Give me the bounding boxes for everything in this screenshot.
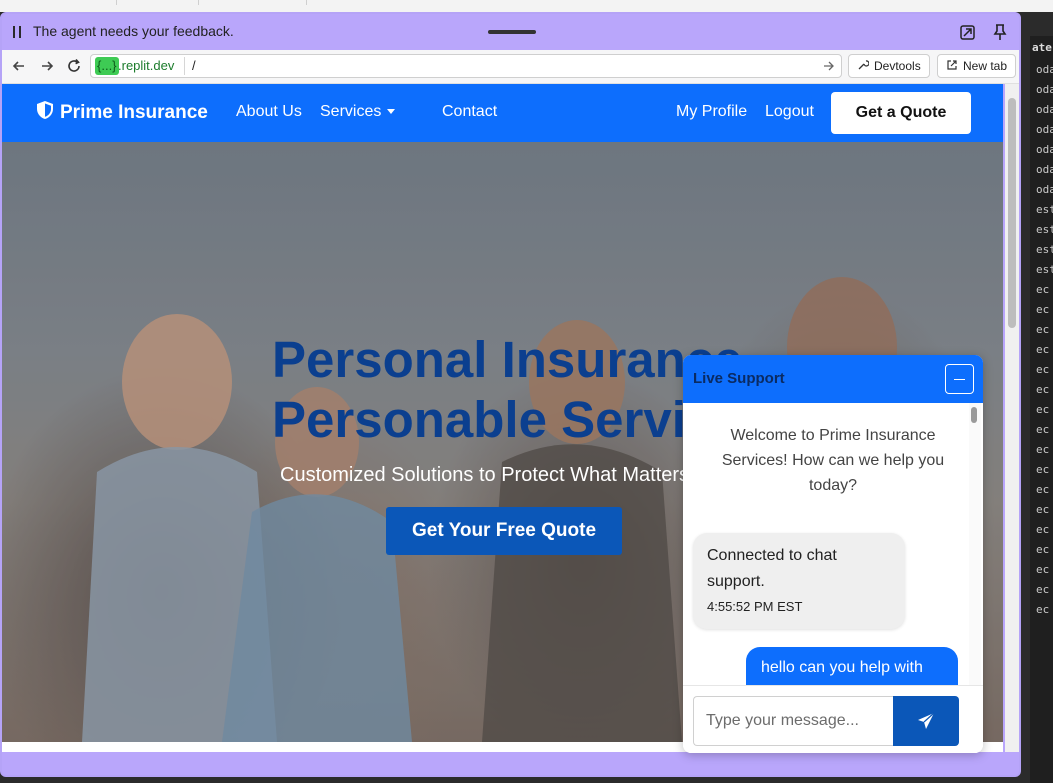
go-arrow-icon[interactable] (823, 59, 835, 73)
shield-icon (36, 100, 54, 126)
nav-services-label: Services (320, 103, 382, 120)
agent-message-time: 4:55:52 PM EST (707, 599, 803, 614)
wrench-icon (857, 59, 870, 74)
minimize-button[interactable] (945, 364, 974, 394)
side-log-line: ec (1036, 443, 1050, 456)
nav-services[interactable]: Services (320, 103, 396, 121)
side-log-line: ec (1036, 283, 1050, 296)
popout-icon[interactable] (959, 23, 977, 41)
brand-logo[interactable]: Prime Insurance (36, 100, 208, 126)
outer-tab-strip (0, 0, 1053, 12)
browser-url-row: {...} .replit.dev / Devtools New tab (2, 50, 1019, 84)
nav-logout[interactable]: Logout (765, 103, 814, 121)
outer-tab[interactable] (117, 0, 199, 5)
side-log-line: oda (1036, 183, 1053, 196)
brand-name: Prime Insurance (60, 102, 208, 123)
user-message: hello can you help with (746, 647, 958, 685)
side-log-line: ec (1036, 523, 1050, 536)
page-scroll-thumb[interactable] (1008, 98, 1016, 328)
side-log-line: ec (1036, 323, 1050, 336)
page-scrollbar[interactable] (1005, 84, 1019, 752)
send-button[interactable] (893, 696, 959, 746)
devtools-label: Devtools (874, 59, 921, 73)
chat-scrollbar[interactable] (969, 403, 981, 685)
new-tab-button[interactable]: New tab (937, 54, 1017, 78)
side-log-line: ec (1036, 543, 1050, 556)
side-log-line: ec (1036, 503, 1050, 516)
hero-subtitle: Customized Solutions to Protect What Mat… (280, 464, 690, 486)
side-log-header: ate (1032, 41, 1052, 54)
chat-header: Live Support (683, 355, 983, 403)
side-log-lines: oda oda oda oda oda oda oda est est est est ec ec ec e… (1030, 60, 1053, 620)
nav-my-profile[interactable]: My Profile (676, 103, 747, 121)
reload-icon[interactable] (66, 58, 82, 74)
side-log-line: oda (1036, 143, 1053, 156)
devtools-button[interactable]: Devtools (848, 54, 930, 78)
pin-icon[interactable] (992, 23, 1008, 41)
back-arrow-icon[interactable] (11, 58, 27, 74)
external-link-icon (946, 59, 958, 74)
feedback-bar: The agent needs your feedback. (2, 14, 1019, 50)
side-log-line: ec (1036, 483, 1050, 496)
url-field[interactable]: {...} .replit.dev / (90, 54, 842, 78)
domain-pill: {...} (95, 57, 119, 75)
minus-icon (954, 379, 965, 380)
forward-arrow-icon[interactable] (39, 58, 55, 74)
side-log-panel: ate oda oda oda oda oda oda oda est est est est ec e… (1030, 36, 1053, 783)
side-log-line: est (1036, 243, 1053, 256)
chat-input-row (683, 685, 983, 753)
side-log-line: oda (1036, 103, 1053, 116)
side-log-line: ec (1036, 563, 1050, 576)
side-log-line: ec (1036, 603, 1050, 616)
get-a-quote-button[interactable]: Get a Quote (831, 92, 971, 134)
side-log-line: oda (1036, 83, 1053, 96)
chat-welcome: Welcome to Prime Insurance Services! How… (721, 427, 945, 494)
chat-scroll-thumb[interactable] (971, 407, 977, 423)
screen: ate oda oda oda oda oda oda oda est est est est ec e… (0, 0, 1053, 783)
side-log-line: est (1036, 263, 1053, 276)
outer-tab[interactable] (0, 0, 117, 5)
chat-title: Live Support (693, 370, 785, 387)
side-log-line: oda (1036, 123, 1053, 136)
side-log-line: ec (1036, 463, 1050, 476)
domain-text: .replit.dev (118, 58, 175, 73)
agent-message: Connected to chat support. 4:55:52 PM ES… (693, 533, 905, 629)
side-log-line: est (1036, 203, 1053, 216)
drag-handle[interactable] (488, 30, 536, 34)
url-separator (184, 57, 185, 75)
free-quote-button[interactable]: Get Your Free Quote (386, 507, 622, 555)
paper-plane-icon (918, 712, 935, 729)
pause-icon[interactable] (12, 26, 22, 38)
side-log-line: oda (1036, 63, 1053, 76)
side-log-line: oda (1036, 163, 1053, 176)
side-log-line: ec (1036, 383, 1050, 396)
new-tab-label: New tab (963, 59, 1008, 73)
side-log-line: ec (1036, 583, 1050, 596)
side-log-line: est (1036, 223, 1053, 236)
side-log-line: ec (1036, 423, 1050, 436)
nav-about[interactable]: About Us (236, 103, 302, 121)
chat-message-input[interactable] (693, 696, 893, 746)
side-log-line: ec (1036, 403, 1050, 416)
url-path: / (192, 58, 196, 73)
caret-down-icon (387, 109, 396, 115)
outer-tab[interactable] (199, 0, 307, 5)
side-log-line: ec (1036, 303, 1050, 316)
site-navbar: Prime Insurance About Us Services Contac… (2, 84, 1003, 142)
nav-contact[interactable]: Contact (442, 103, 497, 121)
side-log-line: ec (1036, 343, 1050, 356)
feedback-message: The agent needs your feedback. (33, 23, 234, 39)
live-support-widget: Live Support Welcome to Prime Insurance … (683, 355, 983, 753)
agent-message-text: Connected to chat support. (707, 547, 837, 590)
side-log-line: ec (1036, 363, 1050, 376)
chat-messages: Welcome to Prime Insurance Services! How… (683, 403, 983, 685)
